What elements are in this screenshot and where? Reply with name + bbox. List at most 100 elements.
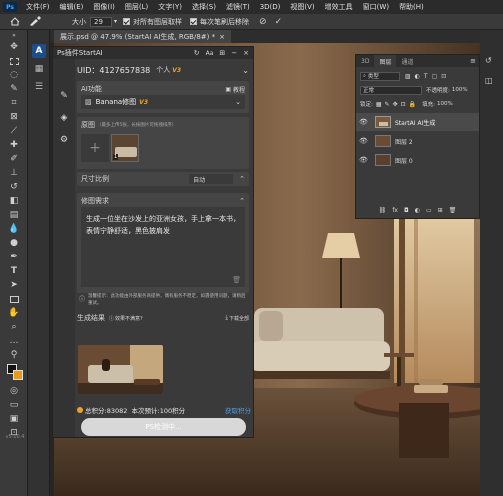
account-chevron-icon[interactable]: ⌄ bbox=[242, 66, 249, 75]
marquee-tool-icon[interactable] bbox=[0, 54, 28, 68]
quick-mask-mode-icon[interactable]: ◎ bbox=[0, 384, 28, 398]
resample-checkbox[interactable] bbox=[190, 18, 198, 25]
brush-tool-icon[interactable] bbox=[28, 15, 42, 28]
menu-item-plugins[interactable]: 增效工具 bbox=[320, 2, 358, 12]
brush-tool-icon-2[interactable]: ✐ bbox=[0, 152, 28, 166]
close-tab-icon[interactable]: × bbox=[219, 33, 225, 41]
generate-button[interactable]: PS检测中... bbox=[81, 418, 246, 436]
link-layers-icon[interactable]: ⛓ bbox=[379, 207, 387, 214]
panel-menu-icon[interactable]: ≡ bbox=[470, 57, 476, 65]
eraser-tool-icon[interactable]: ◧ bbox=[0, 194, 28, 208]
layer-row[interactable]: 👁 图层 0 bbox=[356, 151, 479, 169]
eye-icon[interactable]: 👁 bbox=[359, 156, 371, 164]
rectangle-tool-icon[interactable] bbox=[0, 292, 28, 306]
tutorial-link[interactable]: 教程 bbox=[233, 85, 245, 94]
clear-prompt-icon[interactable]: 🗑 bbox=[232, 276, 241, 284]
filter-adjust-icon[interactable]: ◐ bbox=[415, 73, 420, 80]
chevron-down-icon[interactable]: ▾ bbox=[114, 18, 117, 25]
eyedropper-tool-icon[interactable]: ⟋ bbox=[0, 124, 28, 138]
properties-icon[interactable]: ◫ bbox=[485, 76, 493, 85]
font-size-icon[interactable]: Aa bbox=[206, 50, 214, 57]
lock-position-icon[interactable]: ✥ bbox=[393, 101, 398, 108]
tutorial-icon[interactable]: ▣ bbox=[225, 86, 231, 93]
dodge-tool-icon[interactable]: ● bbox=[0, 236, 28, 250]
pen-tool-icon[interactable]: ✒ bbox=[0, 250, 28, 264]
menu-item-filter[interactable]: 滤镜(T) bbox=[221, 2, 255, 12]
minimize-icon[interactable]: − bbox=[231, 49, 237, 57]
startai-logo-icon[interactable]: A bbox=[28, 42, 50, 60]
history-panel-icon[interactable]: ↺ bbox=[485, 56, 492, 65]
history-brush-tool-icon[interactable]: ↺ bbox=[0, 180, 28, 194]
download-icon[interactable]: ⤓ bbox=[225, 314, 228, 322]
filter-shape-icon[interactable]: ▢ bbox=[432, 73, 438, 80]
blend-mode-select[interactable]: 正常 bbox=[360, 85, 422, 95]
home-icon[interactable] bbox=[10, 17, 20, 26]
zoom-tool-icon[interactable]: ⌕ bbox=[0, 320, 28, 334]
quick-select-tool-icon[interactable]: ✎ bbox=[0, 82, 28, 96]
close-icon[interactable]: × bbox=[243, 49, 249, 57]
document-tab[interactable]: 展示.psd @ 47.9% (StartAI AI生成, RGB/8#) * … bbox=[54, 30, 231, 43]
menu-item-window[interactable]: 窗口(W) bbox=[358, 2, 394, 12]
menu-item-file[interactable]: 文件(F) bbox=[21, 2, 55, 12]
model-select[interactable]: ▨ Banana修图 V3 ⌄ bbox=[81, 95, 245, 109]
feedback-icon[interactable]: ⓘ bbox=[109, 315, 114, 322]
lock-artboard-icon[interactable]: ⊡ bbox=[401, 101, 406, 108]
commit-check-icon[interactable]: ✓ bbox=[275, 17, 283, 27]
result-feedback-link[interactable]: 效果不满意? bbox=[115, 315, 143, 322]
tab-channels[interactable]: 通道 bbox=[396, 57, 418, 66]
filter-select[interactable]: ⌕ 类型 bbox=[360, 71, 400, 81]
frame-tool-icon[interactable]: ⊠ bbox=[0, 110, 28, 124]
cancel-icon[interactable]: ⊘ bbox=[259, 17, 267, 27]
nav-layers-icon[interactable]: ◈ bbox=[57, 111, 71, 125]
refresh-icon[interactable]: ↻ bbox=[194, 49, 200, 57]
menu-item-layer[interactable]: 图层(L) bbox=[120, 2, 153, 12]
prompt-collapse-icon[interactable]: ⌃ bbox=[239, 197, 245, 205]
prompt-textarea[interactable]: 生成一位坐在沙发上的亚洲女孩，手上拿一本书，表情宁静舒适，黑色披肩发 🗑 bbox=[81, 207, 245, 287]
layer-row[interactable]: 👁 图层 2 bbox=[356, 132, 479, 150]
opacity-field[interactable]: 100% bbox=[452, 87, 468, 93]
fill-field[interactable]: 100% bbox=[437, 101, 453, 107]
menu-item-type[interactable]: 文字(Y) bbox=[153, 2, 187, 12]
nav-settings-icon[interactable]: ⚙ bbox=[57, 133, 71, 147]
menu-item-image[interactable]: 图像(I) bbox=[88, 2, 120, 12]
menu-item-view[interactable]: 视图(V) bbox=[285, 2, 319, 12]
healing-brush-tool-icon[interactable]: ✚ bbox=[0, 138, 28, 152]
ratio-select[interactable]: 自动 bbox=[189, 174, 234, 184]
add-image-button[interactable]: + bbox=[81, 134, 109, 162]
properties-panel-icon[interactable]: ▦ bbox=[28, 60, 50, 78]
grid-icon[interactable]: ⊞ bbox=[219, 49, 225, 57]
adjustments-panel-icon[interactable]: ☰ bbox=[28, 78, 50, 96]
ratio-chevron-icon[interactable]: ⌃ bbox=[239, 175, 245, 183]
account-label[interactable]: 个人 bbox=[156, 65, 170, 75]
nav-edit-icon[interactable]: ✎ bbox=[57, 89, 71, 103]
lock-image-icon[interactable]: ✎ bbox=[385, 101, 390, 108]
lasso-tool-icon[interactable]: ◌ bbox=[0, 68, 28, 82]
filter-smart-icon[interactable]: ⊡ bbox=[441, 73, 446, 80]
collapse-toolbox-icon[interactable]: » bbox=[0, 30, 28, 40]
download-all-link[interactable]: 下载全部 bbox=[229, 315, 249, 322]
get-points-link[interactable]: 获取积分 bbox=[225, 405, 251, 415]
new-group-icon[interactable]: ▭ bbox=[426, 207, 432, 214]
new-layer-icon[interactable]: ⊞ bbox=[438, 207, 443, 214]
screen-mode-icon[interactable]: ▭ bbox=[0, 398, 28, 412]
eye-icon[interactable]: 👁 bbox=[359, 118, 371, 126]
move-tool-icon[interactable]: ✥ bbox=[0, 40, 28, 54]
layer-style-icon[interactable]: fx bbox=[392, 207, 398, 214]
sample-all-checkbox[interactable] bbox=[123, 18, 131, 25]
menu-item-help[interactable]: 帮助(H) bbox=[394, 2, 429, 12]
menu-item-edit[interactable]: 编辑(E) bbox=[55, 2, 89, 12]
blur-tool-icon[interactable]: 💧 bbox=[0, 222, 28, 236]
gradient-tool-icon[interactable]: ▤ bbox=[0, 208, 28, 222]
stamp-tool-icon[interactable]: ⊥ bbox=[0, 166, 28, 180]
quick-mask-icon[interactable]: ⚲ bbox=[0, 348, 28, 362]
edit-toolbar-icon[interactable]: … bbox=[0, 334, 28, 348]
frame-mode-icon[interactable]: ▣ bbox=[0, 412, 28, 426]
eye-icon[interactable]: 👁 bbox=[359, 137, 371, 145]
filter-pixel-icon[interactable]: ▨ bbox=[405, 73, 411, 80]
lock-transparency-icon[interactable]: ▦ bbox=[376, 101, 382, 108]
source-thumbnail[interactable]: 1 bbox=[111, 134, 139, 162]
add-mask-icon[interactable]: ◘ bbox=[404, 207, 409, 214]
layer-row[interactable]: 👁 StartAI AI生成 bbox=[356, 113, 479, 131]
adjustment-layer-icon[interactable]: ◐ bbox=[415, 207, 420, 214]
background-color-swatch[interactable] bbox=[13, 370, 23, 380]
